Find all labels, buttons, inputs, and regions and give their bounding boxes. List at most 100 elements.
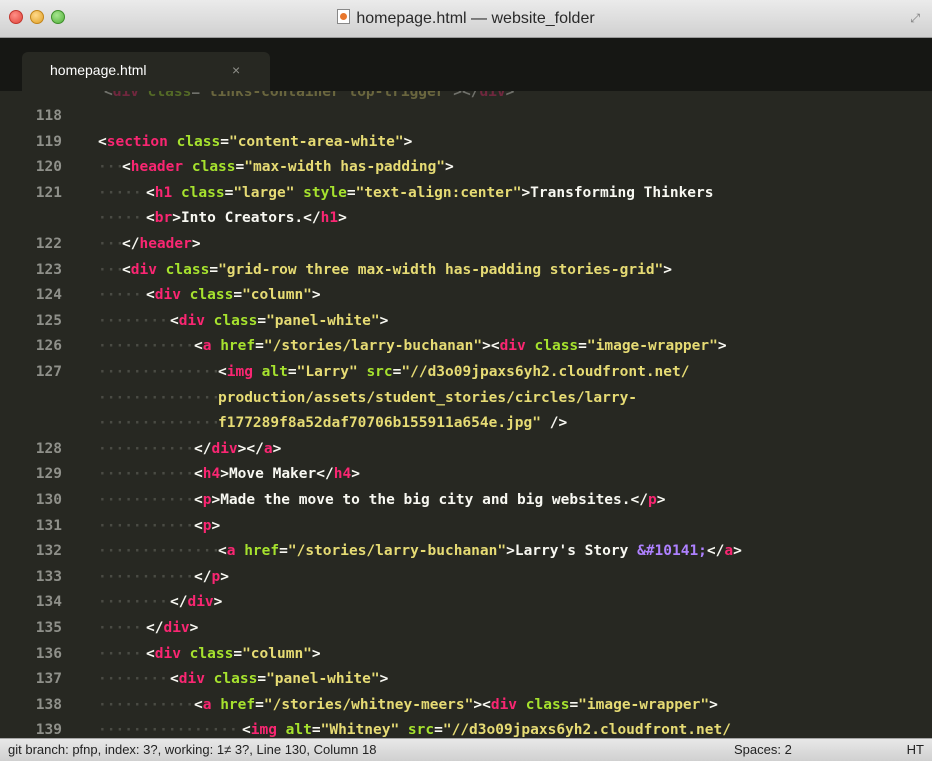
indent-guide: ················ — [98, 722, 238, 738]
code-token: > — [505, 91, 515, 100]
code-token: > — [213, 594, 223, 611]
indent-guide: ····· — [98, 620, 142, 636]
code-content: <div class="column"> — [146, 282, 321, 308]
code-line: 123 ··· <div class="grid-row three max-wid… — [0, 257, 932, 283]
indentation-setting[interactable]: Spaces: 2 — [734, 742, 792, 757]
code-line: 139 ················ <img alt="Whitney" sr… — [0, 717, 932, 738]
code-token: > — [379, 671, 389, 688]
code-token: br — [154, 210, 173, 227]
code-token: div — [178, 671, 205, 688]
code-token: h1 — [320, 210, 339, 227]
code-token: < — [194, 338, 203, 355]
code-token: "/stories/larry-buchanan" — [287, 543, 507, 560]
indent-guide: ········ — [98, 594, 168, 611]
code-token: Into Creators. — [180, 210, 304, 227]
code-token: = — [346, 184, 356, 201]
code-token: div — [187, 594, 214, 611]
line-number: 131 — [35, 517, 62, 534]
code-token: /> — [541, 415, 568, 432]
code-line: 133 ··········· </p> — [0, 564, 932, 590]
code-token: > — [379, 312, 389, 329]
code-token: </ — [630, 492, 648, 508]
indent-guide: ····· — [98, 287, 142, 304]
code-token: > — [220, 568, 229, 585]
code-token: class — [189, 645, 234, 662]
code-line: ·············· production/assets/student_… — [0, 385, 932, 411]
code-line: 126 ··········· <a href="/stories/larry-bu… — [0, 333, 932, 359]
tab-homepage[interactable]: homepage.html × — [22, 52, 270, 91]
code-token: class — [191, 159, 236, 176]
code-line: 138 ··········· <a href="/stories/whitney-… — [0, 692, 932, 718]
html-file-icon — [337, 9, 351, 24]
line-number: 138 — [35, 696, 62, 713]
code-token: "Whitney" — [320, 722, 400, 738]
indent-guide: ·············· — [98, 543, 221, 560]
code-token: > — [220, 466, 229, 483]
code-content: production/assets/student_stories/circle… — [218, 385, 637, 411]
code-token: class — [147, 91, 192, 100]
code-token: </ — [122, 236, 140, 252]
line-number: 127 — [35, 364, 62, 380]
line-number: 133 — [35, 568, 62, 585]
editor-window: homepage.html — website_folder ⤢ homepag… — [0, 0, 932, 761]
code-token: < — [146, 287, 155, 304]
code-token: > — [733, 543, 742, 560]
code-line: 130 ··········· <p>Made the move to the bi… — [0, 487, 932, 513]
line-number: 129 — [35, 466, 62, 483]
code-token: h4 — [333, 466, 352, 483]
code-token: > — [172, 210, 181, 227]
code-token: > — [656, 492, 666, 508]
code-token: a — [263, 440, 273, 457]
code-token: = — [191, 91, 201, 100]
code-content: <div class="column"> — [146, 641, 321, 667]
code-content: </p> — [194, 564, 229, 590]
code-content: <p> — [194, 513, 220, 539]
code-token: Move Maker — [228, 466, 317, 483]
line-number: 132 — [35, 543, 62, 560]
code-editor[interactable]: <div class="links-container top-trigger"… — [0, 91, 932, 738]
code-content: <h4>Move Maker</h4> — [194, 461, 360, 487]
code-token: "large" — [233, 184, 295, 201]
code-line: 124 ····· <div class="column"> — [0, 282, 932, 308]
code-token: img — [226, 364, 253, 380]
code-line: 122 ··· </header> — [0, 231, 932, 257]
code-token: div — [490, 696, 518, 713]
code-token: = — [255, 338, 264, 355]
fullscreen-icon[interactable]: ⤢ — [910, 11, 920, 26]
code-token: "column" — [242, 645, 312, 662]
line-number: 126 — [35, 338, 62, 355]
code-line: 127 ·············· <img alt="Larry" src="/… — [0, 359, 932, 385]
indent-guide: ·············· — [98, 415, 221, 432]
code-token: header — [130, 159, 184, 176]
code-token: > — [211, 517, 221, 534]
syntax-selector[interactable]: HT — [907, 742, 924, 757]
code-token: > — [521, 184, 531, 201]
line-number: 130 — [35, 492, 62, 508]
code-line: ·············· f177289f8a52daf70706b15591… — [0, 410, 932, 436]
code-token: > — [351, 466, 360, 483]
code-token: > — [211, 492, 221, 508]
code-token: </ — [146, 620, 164, 636]
code-token: < — [218, 543, 227, 560]
code-token: ></ — [237, 440, 264, 457]
code-line: 121 ····· <h1 class="large" style="text-al… — [0, 180, 932, 206]
code-token: = — [257, 671, 267, 688]
title-bar[interactable]: homepage.html — website_folder ⤢ — [0, 0, 932, 38]
code-token: "panel-white" — [266, 671, 380, 688]
tab-close-icon[interactable]: × — [232, 62, 240, 78]
code-token: class — [165, 261, 210, 278]
code-token: "/stories/larry-buchanan" — [263, 338, 483, 355]
code-line: 137 ········ <div class="panel-white"> — [0, 666, 932, 692]
code-content: <section class="content-area-white"> — [98, 129, 412, 155]
indent-guide: ····· — [98, 645, 142, 662]
code-token: > — [445, 159, 454, 176]
code-token: class — [176, 133, 221, 150]
